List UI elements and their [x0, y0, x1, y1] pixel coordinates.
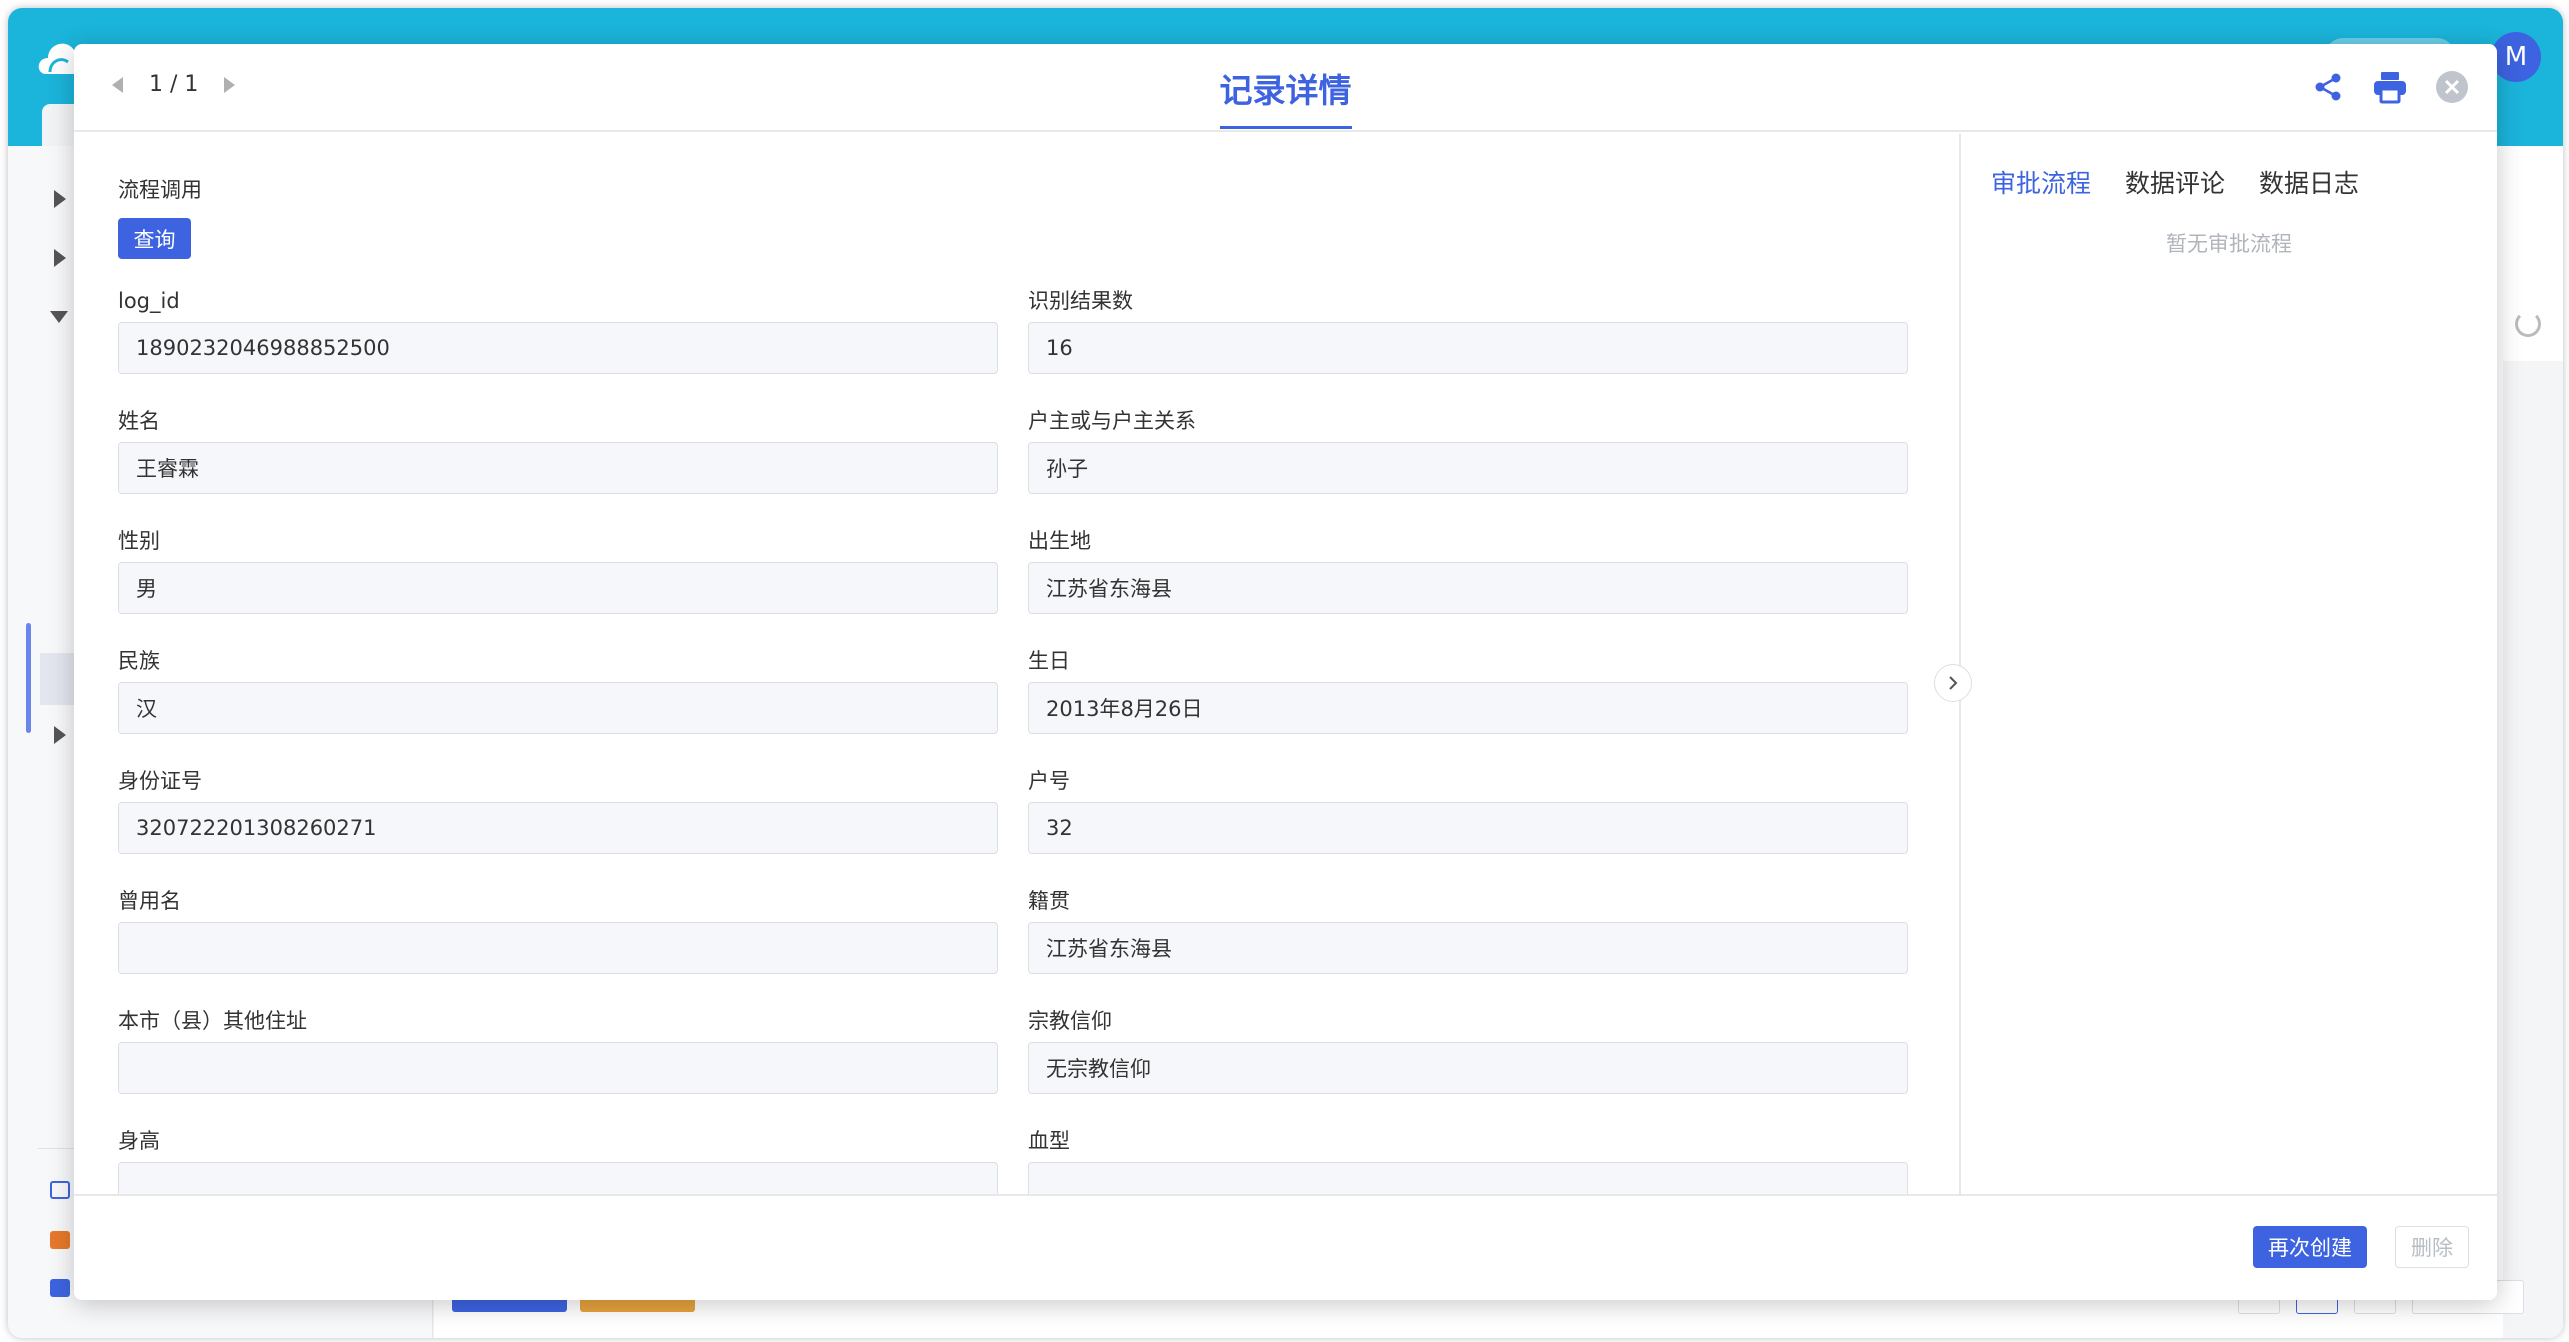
field-label: 本市（县）其他住址	[118, 1009, 307, 1033]
side-panel-tabs: 审批流程 数据评论 数据日志	[1991, 164, 2359, 200]
collapse-arrow-icon[interactable]	[50, 311, 68, 323]
form-field: 户主或与户主关系孙子	[1028, 406, 1908, 504]
form-field: log_id 1890232046988852500	[118, 286, 998, 384]
field-input[interactable]: 1890232046988852500	[118, 322, 998, 374]
refresh-icon[interactable]	[2515, 311, 2541, 337]
side-panel: 审批流程 数据评论 数据日志 暂无审批流程	[1961, 134, 2497, 1194]
field-label: 户号	[1028, 769, 1070, 793]
field-label: 生日	[1028, 649, 1070, 673]
field-grid: log_id 1890232046988852500 识别结果数 16 姓名 王睿霖 户主或…	[118, 286, 1913, 1194]
form-field: 生日 2013年8月26日	[1028, 646, 1908, 744]
form-field: 籍贯 江苏省东海县	[1028, 886, 1908, 984]
record-detail-modal: 1 / 1 记录详情 流程调用 查询 log_id 18902320469888…	[74, 44, 2497, 1300]
field-input[interactable]: 32	[1028, 802, 1908, 854]
field-input[interactable]: 孙子	[1028, 442, 1908, 494]
field-label: 身高	[118, 1129, 160, 1153]
field-input[interactable]: 男	[118, 562, 998, 614]
field-input[interactable]: 2013年8月26日	[1028, 682, 1908, 734]
avatar[interactable]: M	[2491, 32, 2541, 82]
form-field: 身份证号 320722201308260271	[118, 766, 998, 864]
empty-approval-text: 暂无审批流程	[2166, 232, 2292, 256]
form-field: 宗教信仰 无宗教信仰	[1028, 1006, 1908, 1104]
sidebar-scrollbar[interactable]	[26, 623, 31, 733]
field-input[interactable]: 江苏省东海县	[1028, 562, 1908, 614]
form-field: 姓名 王睿霖	[118, 406, 998, 504]
field-input[interactable]: 无宗教信仰	[1028, 1042, 1908, 1094]
form-field: 户号 32	[1028, 766, 1908, 864]
close-icon[interactable]	[2433, 68, 2471, 106]
next-record-icon[interactable]	[224, 76, 236, 93]
field-input[interactable]: 320722201308260271	[118, 802, 998, 854]
chevron-right-icon	[1949, 676, 1958, 690]
form-field: 本市（县）其他住址	[118, 1006, 998, 1104]
print-icon[interactable]	[2371, 68, 2409, 106]
query-button[interactable]: 查询	[118, 218, 191, 259]
expand-arrow-icon[interactable]	[54, 249, 66, 267]
page-title: 记录详情	[1219, 64, 1352, 129]
field-input[interactable]: 汉	[118, 682, 998, 734]
field-input[interactable]	[1028, 1162, 1908, 1194]
field-input[interactable]	[118, 1042, 998, 1094]
folder-icon[interactable]	[50, 1279, 70, 1297]
form-field: 曾用名	[118, 886, 998, 984]
form-field: 身高	[118, 1126, 998, 1194]
table-icon[interactable]	[50, 1231, 70, 1249]
modal-header: 1 / 1 记录详情	[74, 44, 2497, 132]
field-label: 识别结果数	[1028, 289, 1133, 313]
side-panel-tab[interactable]: 数据评论	[2125, 164, 2225, 200]
modal-body: 流程调用 查询 log_id 1890232046988852500 识别结果数 16…	[74, 134, 2497, 1194]
field-label: 血型	[1028, 1129, 1070, 1153]
side-panel-tab[interactable]: 数据日志	[2259, 164, 2359, 200]
expand-arrow-icon[interactable]	[54, 726, 66, 744]
field-input[interactable]	[118, 922, 998, 974]
record-pager: 1 / 1	[112, 72, 236, 97]
delete-button[interactable]: 删除	[2395, 1226, 2469, 1268]
pager-text: 1 / 1	[149, 72, 199, 97]
record-form: 流程调用 查询 log_id 1890232046988852500 识别结果数 16…	[74, 134, 1959, 1194]
field-label: 出生地	[1028, 529, 1091, 553]
field-label: 曾用名	[118, 889, 181, 913]
field-input[interactable]	[118, 1162, 998, 1194]
expand-arrow-icon[interactable]	[54, 190, 66, 208]
field-label: 身份证号	[118, 769, 202, 793]
field-label: 民族	[118, 649, 160, 673]
field-input[interactable]: 王睿霖	[118, 442, 998, 494]
field-label: 户主或与户主关系	[1028, 409, 1196, 433]
field-input[interactable]: 16	[1028, 322, 1908, 374]
field-label: 性别	[118, 529, 160, 553]
field-label: log_id	[118, 289, 180, 313]
modal-footer: 再次创建 删除	[74, 1194, 2497, 1300]
recreate-button[interactable]: 再次创建	[2253, 1226, 2367, 1268]
field-label: 宗教信仰	[1028, 1009, 1112, 1033]
previous-record-icon[interactable]	[112, 76, 123, 93]
form-field: 血型	[1028, 1126, 1908, 1194]
form-field: 出生地 江苏省东海县	[1028, 526, 1908, 624]
form-field: 民族汉	[118, 646, 998, 744]
form-icon[interactable]	[50, 1181, 70, 1199]
form-field: 识别结果数 16	[1028, 286, 1908, 384]
table-scroll-area	[2503, 361, 2563, 1338]
flow-call-label: 流程调用	[118, 178, 202, 202]
field-label: 籍贯	[1028, 889, 1070, 913]
field-label: 姓名	[118, 409, 160, 433]
side-panel-tab[interactable]: 审批流程	[1991, 164, 2091, 200]
form-field: 性别男	[118, 526, 998, 624]
header-actions	[2309, 68, 2471, 106]
share-icon[interactable]	[2309, 68, 2347, 106]
field-input[interactable]: 江苏省东海县	[1028, 922, 1908, 974]
